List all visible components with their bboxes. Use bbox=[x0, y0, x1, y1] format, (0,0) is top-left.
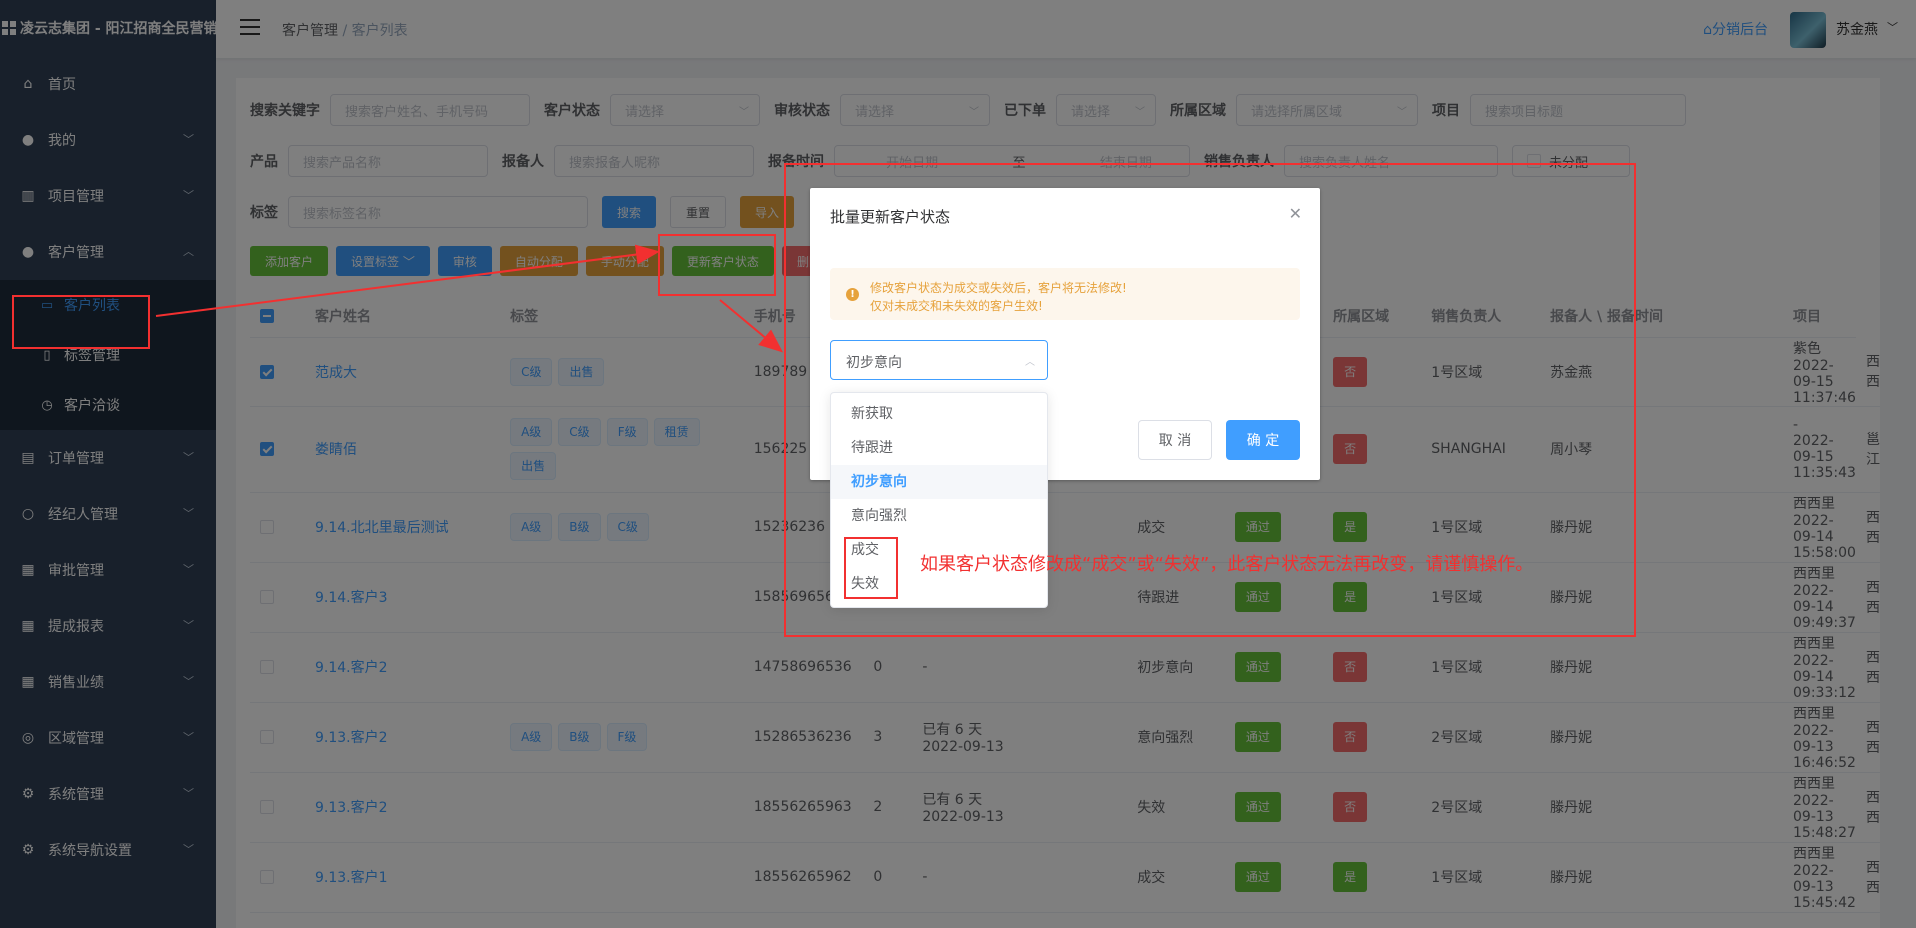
chevron-up-icon: ︿ bbox=[1025, 357, 1035, 368]
warning-alert: ! 修改客户状态为成交或失效后，客户将无法修改! 仅对未成交和未失效的客户生效! bbox=[830, 268, 1300, 320]
dropdown-option[interactable]: 初步意向 bbox=[831, 465, 1047, 499]
dropdown-option[interactable]: 待跟进 bbox=[831, 431, 1047, 465]
dropdown-option[interactable]: 新获取 bbox=[831, 397, 1047, 431]
status-select[interactable]: 初步意向 ︿ bbox=[830, 340, 1048, 380]
dropdown-option[interactable]: 意向强烈 bbox=[831, 499, 1047, 533]
cancel-button[interactable]: 取 消 bbox=[1138, 420, 1212, 460]
close-icon[interactable]: ✕ bbox=[1289, 204, 1302, 223]
warning-icon: ! bbox=[846, 288, 859, 301]
dialog-title: 批量更新客户状态 bbox=[830, 208, 951, 226]
status-select-value: 初步意向 bbox=[846, 355, 902, 371]
confirm-button[interactable]: 确 定 bbox=[1226, 420, 1300, 460]
annotation-note: 如果客户状态修改成“成交”或“失效”，此客户状态无法再改变，请谨慎操作。 bbox=[920, 554, 1534, 575]
